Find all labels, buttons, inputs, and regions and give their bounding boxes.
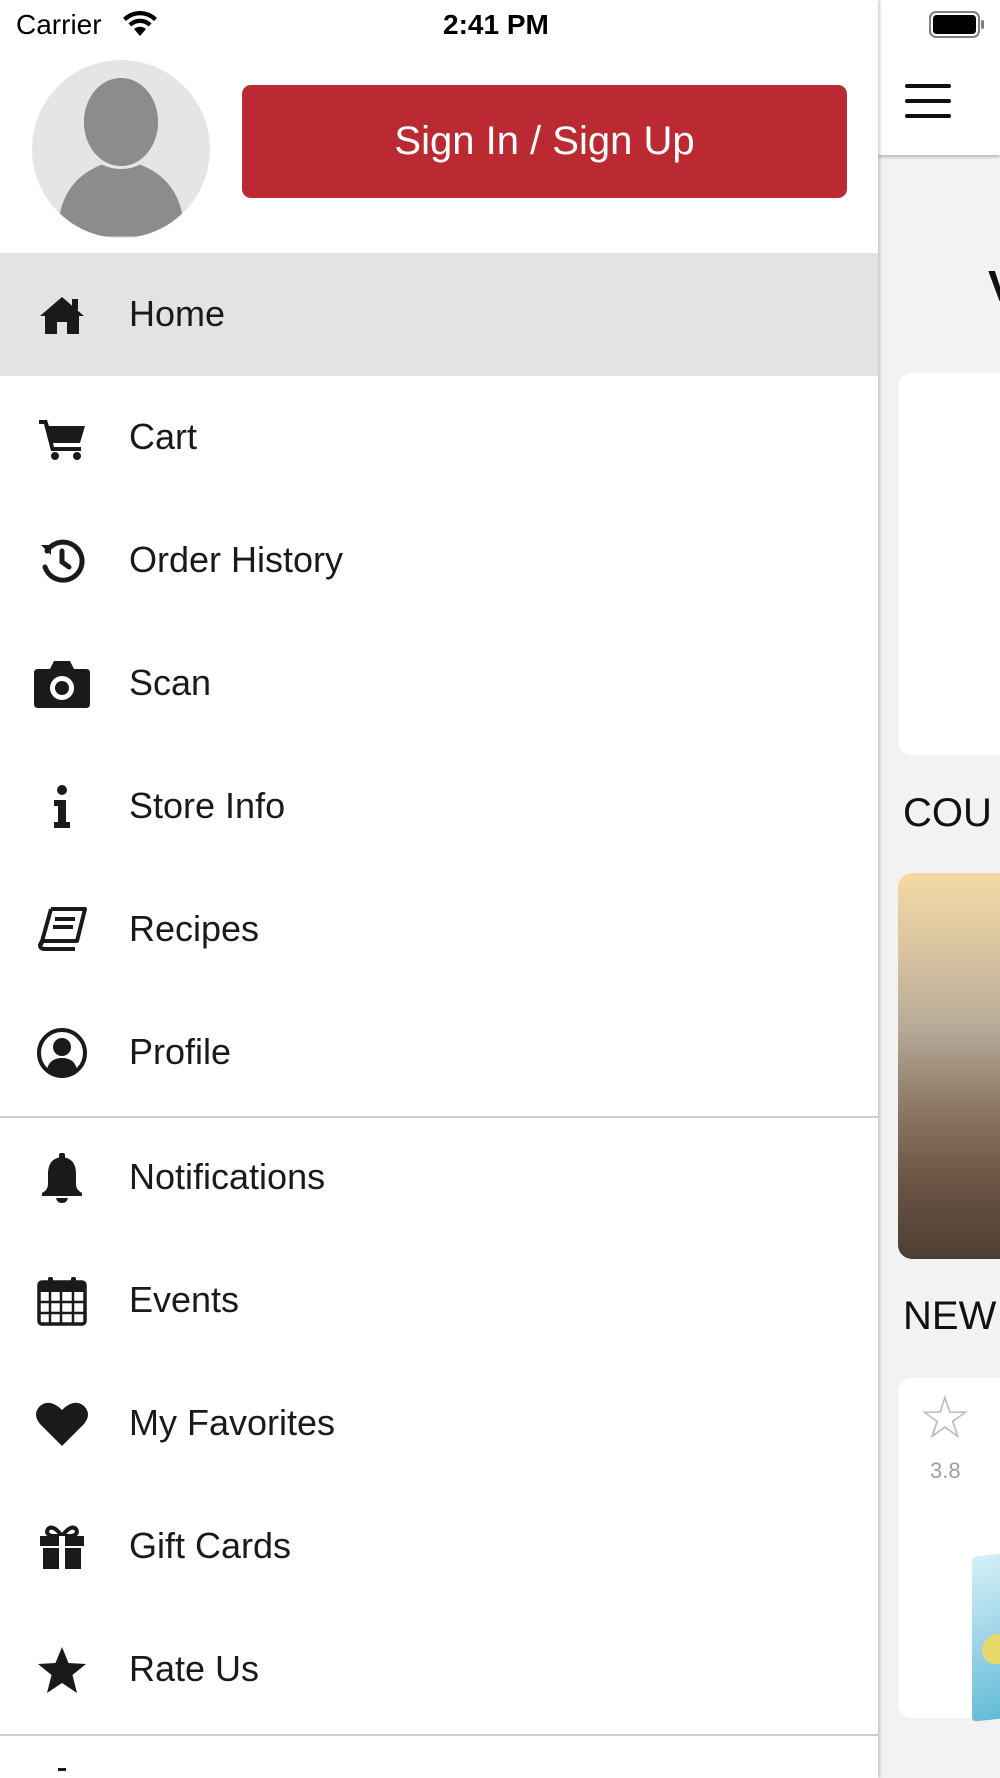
- product-image: [972, 1549, 1000, 1722]
- camera-icon: [32, 655, 92, 713]
- side-drawer: Sign In / Sign Up Home Cart Order Histor…: [0, 0, 878, 1778]
- avatar[interactable]: [32, 60, 210, 238]
- background-welcome-card[interactable]: W: [898, 373, 1000, 755]
- home-icon: [32, 286, 92, 344]
- coupon-banner-image[interactable]: [898, 873, 1000, 1259]
- book-icon: [32, 901, 92, 959]
- menu-divider: [0, 1734, 878, 1736]
- section-title-coupons: COU: [903, 791, 992, 835]
- status-bar: Carrier 2:41 PM: [0, 0, 1000, 50]
- menu-item-label: Profile: [129, 1031, 232, 1072]
- menu-item-home[interactable]: Home: [0, 253, 878, 376]
- hamburger-menu-icon[interactable]: [905, 84, 951, 118]
- menu-item-store-info[interactable]: Store Info: [0, 745, 878, 868]
- next-item-icon-partial: [58, 1768, 66, 1771]
- menu-item-label: Gift Cards: [129, 1525, 292, 1566]
- background-title: V: [988, 262, 1000, 312]
- menu-item-notifications[interactable]: Notifications: [0, 1116, 878, 1239]
- menu-item-cart[interactable]: Cart: [0, 376, 878, 499]
- user-circle-icon: [32, 1024, 92, 1082]
- menu-item-label: Order History: [129, 539, 344, 580]
- bell-icon: [32, 1149, 92, 1207]
- menu-item-label: Recipes: [129, 908, 260, 949]
- menu-item-label: Scan: [129, 662, 212, 703]
- history-icon: [32, 532, 92, 590]
- menu-item-label: Events: [129, 1279, 240, 1320]
- cart-icon: [32, 409, 92, 467]
- menu-item-my-favorites[interactable]: My Favorites: [0, 1362, 878, 1485]
- battery-icon: [929, 11, 985, 38]
- menu-item-profile[interactable]: Profile: [0, 991, 878, 1114]
- carrier-label: Carrier: [16, 9, 102, 40]
- menu-item-label: Notifications: [129, 1156, 326, 1197]
- menu-item-scan[interactable]: Scan: [0, 622, 878, 745]
- info-icon: [32, 778, 92, 836]
- menu-item-rate-us[interactable]: Rate Us: [0, 1608, 878, 1731]
- menu-item-events[interactable]: Events: [0, 1239, 878, 1362]
- product-rating: 3.8: [930, 1458, 961, 1483]
- product-card[interactable]: ☆ 3.8: [898, 1378, 1000, 1722]
- gift-icon: [32, 1518, 92, 1576]
- section-title-new: NEW: [903, 1294, 997, 1338]
- calendar-icon: [32, 1272, 92, 1330]
- wifi-icon: [122, 10, 158, 41]
- menu-item-label: Home: [129, 293, 226, 334]
- menu-item-gift-cards[interactable]: Gift Cards: [0, 1485, 878, 1608]
- background-page: V W COU NEW ☆ 3.8: [878, 0, 1000, 1778]
- menu-item-label: Rate Us: [129, 1648, 260, 1689]
- clock: 2:41 PM: [443, 9, 549, 40]
- menu-item-label: Cart: [129, 416, 198, 457]
- menu-item-order-history[interactable]: Order History: [0, 499, 878, 622]
- rating-star-icon: ☆: [918, 1384, 972, 1451]
- menu-item-label: My Favorites: [129, 1402, 336, 1443]
- menu-item-label: Store Info: [129, 785, 286, 826]
- heart-icon: [32, 1395, 92, 1453]
- menu-item-recipes[interactable]: Recipes: [0, 868, 878, 991]
- star-icon: [32, 1641, 92, 1699]
- sign-in-button[interactable]: Sign In / Sign Up: [242, 85, 847, 198]
